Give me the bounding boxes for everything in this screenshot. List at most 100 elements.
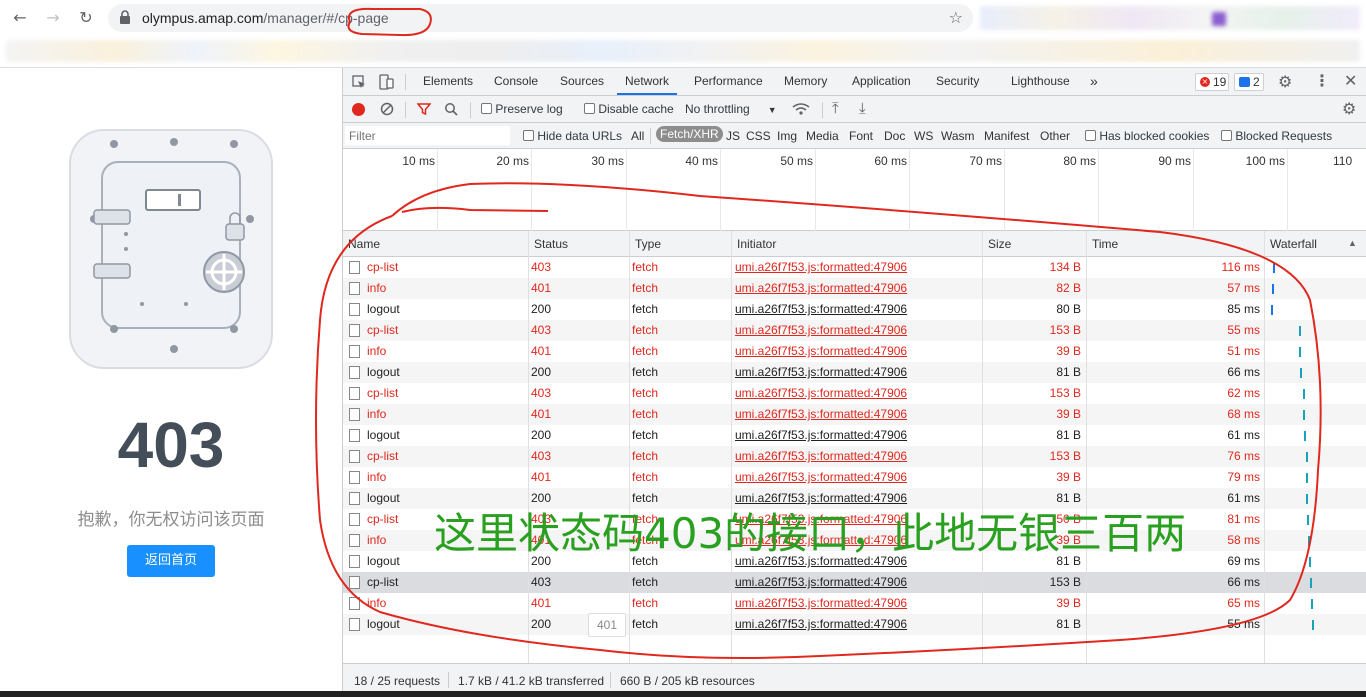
request-initiator-link[interactable]: umi.a26f7f53.js:formatted:47906 (735, 320, 979, 341)
tab-network[interactable]: Network (617, 68, 678, 95)
request-initiator-link[interactable]: umi.a26f7f53.js:formatted:47906 (735, 467, 979, 488)
disable-cache-option[interactable]: Disable cache (584, 102, 674, 116)
table-row[interactable]: logout 200 fetch umi.a26f7f53.js:formatted:… (343, 299, 1366, 320)
filter-type-wasm[interactable]: Wasm (941, 129, 975, 143)
export-har-icon[interactable]: ⤓ (859, 99, 866, 117)
request-initiator-link[interactable]: umi.a26f7f53.js:formatted:47906 (735, 362, 979, 383)
request-initiator-link[interactable]: umi.a26f7f53.js:formatted:47906 (735, 257, 979, 278)
filter-type-ws[interactable]: WS (914, 129, 933, 143)
tab-application[interactable]: Application (852, 68, 911, 95)
table-row[interactable]: cp-list 403 fetch umi.a26f7f53.js:formatted… (343, 320, 1366, 341)
clear-icon[interactable] (380, 102, 394, 116)
request-initiator-link[interactable]: umi.a26f7f53.js:formatted:47906 (735, 404, 979, 425)
request-initiator-link[interactable]: umi.a26f7f53.js:formatted:47906 (735, 278, 979, 299)
blocked-requests-option[interactable]: Blocked Requests (1221, 129, 1332, 143)
forward-arrow-icon[interactable]: → (43, 8, 63, 28)
request-initiator-link[interactable]: umi.a26f7f53.js:formatted:47906 (735, 383, 979, 404)
import-har-icon[interactable]: ⤒ (832, 99, 839, 117)
network-settings-gear-icon[interactable]: ⚙ (1342, 99, 1356, 118)
message-counter[interactable]: 2 (1234, 73, 1264, 91)
request-initiator-link[interactable]: umi.a26f7f53.js:formatted:47906 (735, 593, 979, 614)
blocked-cookies-option[interactable]: Has blocked cookies (1085, 129, 1209, 143)
request-initiator-link[interactable]: umi.a26f7f53.js:formatted:47906 (735, 341, 979, 362)
tab-performance[interactable]: Performance (694, 68, 763, 95)
filter-type-js[interactable]: JS (726, 129, 740, 143)
table-row[interactable]: cp-list 403 fetch umi.a26f7f53.js:formatted… (343, 572, 1366, 593)
throttling-select[interactable]: No throttling ▼ (685, 102, 777, 116)
request-file-icon (349, 513, 360, 526)
tab-security[interactable]: Security (936, 68, 979, 95)
inspect-element-icon[interactable] (352, 75, 366, 89)
column-divider (982, 231, 983, 663)
preserve-log-option[interactable]: Preserve log (481, 102, 563, 116)
back-arrow-icon[interactable]: ← (10, 8, 30, 28)
table-row[interactable]: info 401 fetch umi.a26f7f53.js:formatted:47… (343, 341, 1366, 362)
record-icon[interactable] (352, 103, 365, 116)
timeline-gridline (909, 149, 910, 231)
preserve-log-checkbox[interactable] (481, 103, 492, 114)
table-row[interactable]: cp-list 403 fetch umi.a26f7f53.js:formatted… (343, 446, 1366, 467)
network-overview-timeline[interactable]: 10 ms 20 ms 30 ms 40 ms 50 ms 60 ms 70 m… (343, 149, 1366, 231)
settings-gear-icon[interactable]: ⚙ (1278, 72, 1292, 91)
bookmark-items[interactable] (6, 40, 1360, 62)
request-initiator-link[interactable]: umi.a26f7f53.js:formatted:47906 (735, 299, 979, 320)
device-toolbar-icon[interactable] (378, 74, 394, 90)
column-header-time[interactable]: Time (1086, 231, 1264, 257)
request-type: fetch (632, 407, 659, 421)
bookmark-star-icon[interactable]: ☆ (949, 8, 963, 27)
error-counter[interactable]: × 19 (1195, 73, 1229, 91)
tab-lighthouse[interactable]: Lighthouse (1011, 68, 1070, 95)
blocked-cookies-checkbox[interactable] (1085, 130, 1096, 141)
hide-data-urls-checkbox[interactable] (523, 130, 534, 141)
filter-type-img[interactable]: Img (777, 129, 797, 143)
blocked-requests-checkbox[interactable] (1221, 130, 1232, 141)
request-initiator-link[interactable]: umi.a26f7f53.js:formatted:47906 (735, 425, 979, 446)
more-tabs-icon[interactable]: » (1090, 68, 1098, 95)
search-icon[interactable] (444, 102, 458, 116)
back-home-button[interactable]: 返回首页 (127, 545, 215, 577)
table-row[interactable]: logout 200 fetch umi.a26f7f53.js:formatted:… (343, 362, 1366, 383)
request-initiator-link[interactable]: umi.a26f7f53.js:formatted:47906 (735, 572, 979, 593)
filter-type-font[interactable]: Font (849, 129, 873, 143)
request-initiator-link[interactable]: umi.a26f7f53.js:formatted:47906 (735, 446, 979, 467)
column-header-name[interactable]: Name (343, 231, 528, 257)
column-header-type[interactable]: Type (629, 231, 731, 257)
filter-type-media[interactable]: Media (806, 129, 839, 143)
close-devtools-icon[interactable]: ✕ (1344, 71, 1357, 90)
table-row[interactable]: logout 200 fetch umi.a26f7f53.js:formatted:… (343, 614, 1366, 635)
filter-funnel-icon[interactable] (417, 102, 431, 116)
tab-elements[interactable]: Elements (423, 68, 473, 95)
timeline-gridline (1193, 149, 1194, 231)
column-header-initiator[interactable]: Initiator (731, 231, 982, 257)
hide-data-urls-option[interactable]: Hide data URLs (523, 129, 622, 143)
omnibox[interactable]: olympus.amap.com/manager/#/cp-page ☆ (108, 4, 973, 32)
filter-type-css[interactable]: CSS (746, 129, 771, 143)
table-row[interactable]: info 401 fetch umi.a26f7f53.js:formatted:47… (343, 404, 1366, 425)
filter-type-manifest[interactable]: Manifest (984, 129, 1029, 143)
request-type: fetch (632, 386, 659, 400)
table-row[interactable]: cp-list 403 fetch umi.a26f7f53.js:formatted… (343, 257, 1366, 278)
filter-input[interactable] (345, 126, 510, 145)
filter-type-fetch-xhr[interactable]: Fetch/XHR (656, 126, 723, 142)
extension-icon[interactable] (1212, 12, 1226, 26)
tab-console[interactable]: Console (494, 68, 538, 95)
filter-type-other[interactable]: Other (1040, 129, 1070, 143)
column-header-status[interactable]: Status (528, 231, 629, 257)
table-row[interactable]: info 401 fetch umi.a26f7f53.js:formatted:47… (343, 278, 1366, 299)
network-conditions-icon[interactable] (792, 102, 810, 116)
reload-icon[interactable]: ↻ (76, 8, 96, 28)
column-header-size[interactable]: Size (982, 231, 1086, 257)
table-row[interactable]: info 401 fetch umi.a26f7f53.js:formatted:47… (343, 593, 1366, 614)
table-row[interactable]: cp-list 403 fetch umi.a26f7f53.js:formatted… (343, 383, 1366, 404)
more-options-icon[interactable]: ⋮ (1314, 71, 1330, 90)
tab-sources[interactable]: Sources (560, 68, 604, 95)
filter-type-all[interactable]: All (631, 129, 644, 143)
devtools-panel: Elements Console Sources Network Perform… (342, 68, 1366, 697)
table-row[interactable]: logout 200 fetch umi.a26f7f53.js:formatted:… (343, 425, 1366, 446)
tab-memory[interactable]: Memory (784, 68, 827, 95)
filter-type-doc[interactable]: Doc (884, 129, 905, 143)
table-row[interactable]: info 401 fetch umi.a26f7f53.js:formatted:47… (343, 467, 1366, 488)
request-time: 65 ms (1227, 596, 1260, 610)
request-initiator-link[interactable]: umi.a26f7f53.js:formatted:47906 (735, 614, 979, 635)
disable-cache-checkbox[interactable] (584, 103, 595, 114)
